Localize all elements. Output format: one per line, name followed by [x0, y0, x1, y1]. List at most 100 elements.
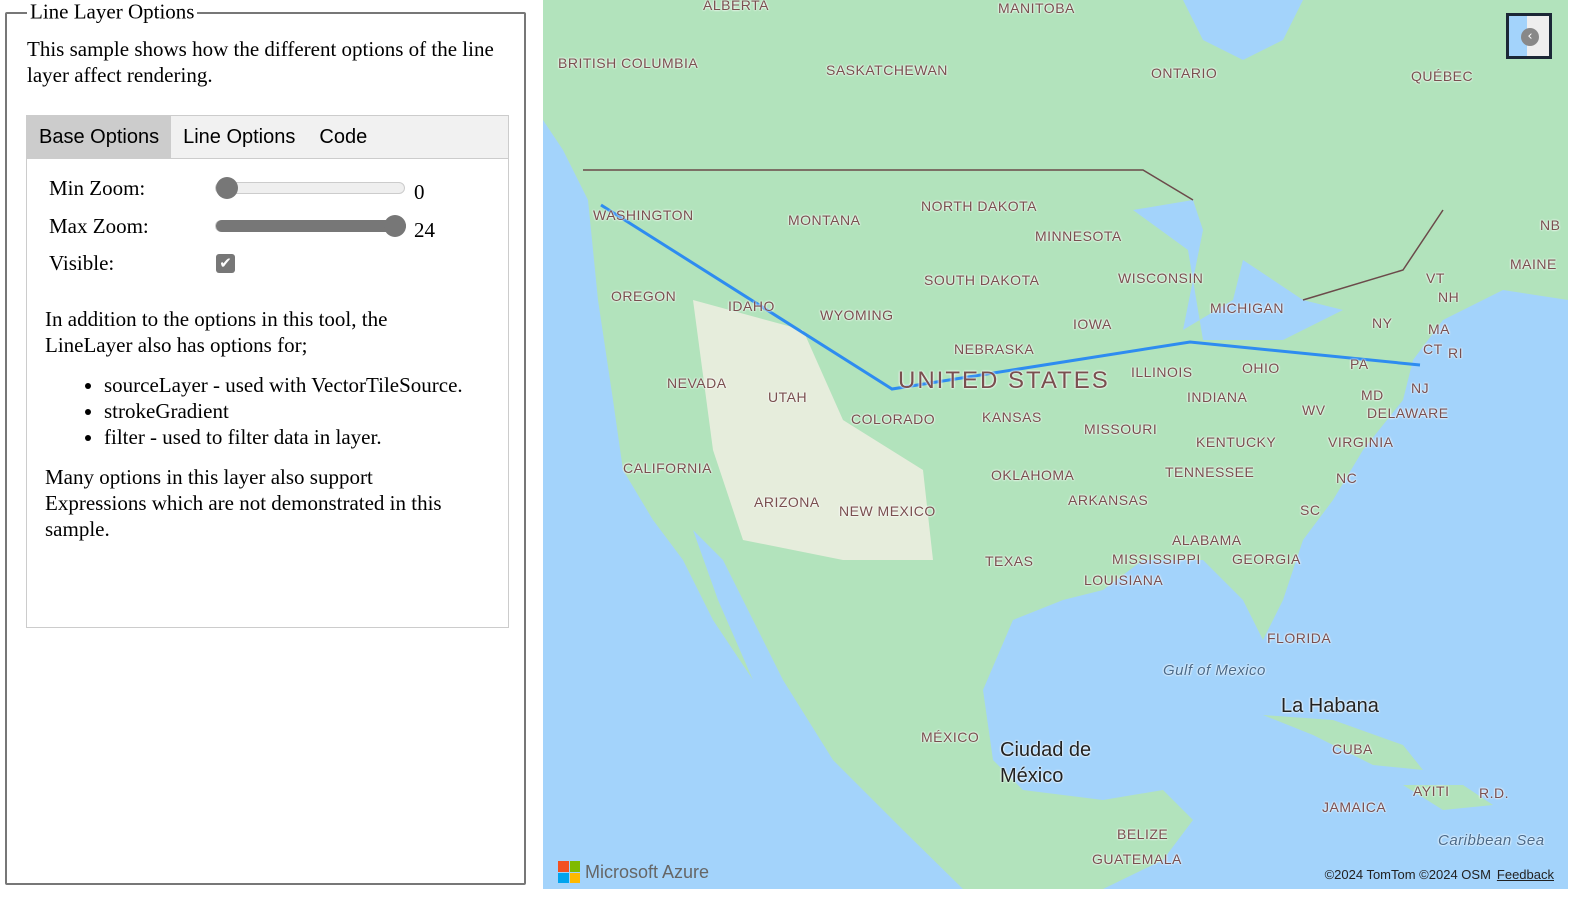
map-label: MA [1428, 321, 1450, 337]
panel-title: Line Layer Options [27, 0, 198, 25]
map-label: NH [1438, 289, 1460, 305]
min-zoom-value: 0 [414, 180, 425, 204]
city-label-la-habana: La Habana [1281, 695, 1379, 717]
map-label: ARKANSAS [1068, 492, 1149, 508]
line-layer-options-panel: Line Layer Options This sample shows how… [5, 0, 526, 885]
map-label: CALIFORNIA [623, 460, 713, 476]
tab-line-options[interactable]: Line Options [171, 116, 307, 158]
map-label: MANITOBA [998, 0, 1075, 16]
panel-description: This sample shows how the different opti… [27, 37, 494, 87]
map-label: CUBA [1332, 741, 1373, 757]
map-label: NC [1336, 470, 1358, 486]
tab-bar: Base Options Line Options Code [27, 116, 508, 159]
map-label: LOUISIANA [1084, 572, 1164, 588]
map-label: TEXAS [985, 553, 1034, 569]
slider-thumb[interactable] [216, 177, 238, 199]
map-label: VIRGINIA [1328, 434, 1394, 450]
map-label: WISCONSIN [1118, 270, 1204, 286]
map-label: BRITISH COLUMBIA [558, 55, 699, 71]
map-label: NB [1540, 217, 1561, 233]
map-label: VT [1426, 270, 1445, 286]
logo-text: Microsoft Azure [585, 861, 710, 882]
feedback-link[interactable]: Feedback [1497, 867, 1554, 882]
map-label: RI [1448, 345, 1463, 361]
map-label: ONTARIO [1151, 65, 1218, 81]
map-label: NEVADA [667, 375, 727, 391]
map-label: MISSISSIPPI [1112, 551, 1201, 567]
map-label: R.D. [1479, 785, 1509, 801]
map-label: MÉXICO [921, 729, 980, 745]
map-label: SOUTH DAKOTA [924, 272, 1040, 288]
map-label: MD [1361, 387, 1384, 403]
map-label: SC [1300, 502, 1321, 518]
map-label: INDIANA [1187, 389, 1248, 405]
map-label: AYITI [1413, 783, 1450, 799]
map-label: GUATEMALA [1092, 851, 1182, 867]
map-label: DELAWARE [1367, 405, 1449, 421]
map-label: MONTANA [788, 212, 861, 228]
map-label: ILLINOIS [1131, 364, 1193, 380]
map-label: OKLAHOMA [991, 467, 1075, 483]
map-label: NORTH DAKOTA [921, 198, 1037, 214]
max-zoom-slider[interactable] [215, 215, 406, 237]
sea-label-caribbean: Caribbean Sea [1438, 832, 1545, 849]
map-label: NJ [1411, 380, 1430, 396]
map-label: MINNESOTA [1035, 228, 1122, 244]
map-label: NY [1372, 315, 1393, 331]
slider-fill [216, 220, 406, 232]
microsoft-azure-logo: Microsoft Azure [558, 861, 709, 883]
microsoft-logo-icon [558, 861, 580, 883]
map-label: GEORGIA [1232, 551, 1301, 567]
country-label: UNITED STATES [898, 367, 1110, 394]
expressions-paragraph: Many options in this layer also support … [45, 465, 442, 541]
map-label: BELIZE [1117, 826, 1169, 842]
city-label-ciudad-de-mexico: Ciudad de México [1000, 739, 1092, 787]
map-label: OREGON [611, 288, 677, 304]
map-label: OHIO [1242, 360, 1280, 376]
attribution: ©2024 TomTom ©2024 OSM Feedback [1325, 867, 1554, 882]
map-label: IOWA [1073, 316, 1112, 332]
map-label: NEBRASKA [954, 341, 1035, 357]
map-label: KENTUCKY [1196, 434, 1277, 450]
map-label: ALBERTA [703, 0, 770, 13]
map-label: COLORADO [851, 411, 936, 427]
min-zoom-label: Min Zoom: [49, 176, 146, 200]
slider-thumb[interactable] [384, 215, 406, 237]
overview-map-toggle[interactable]: ‹ [1506, 13, 1552, 59]
map-label: KANSAS [982, 409, 1042, 425]
map-label: QUÉBEC [1411, 68, 1474, 84]
map-label: SASKATCHEWAN [826, 62, 948, 78]
map-label: MAINE [1510, 256, 1557, 272]
visible-label: Visible: [49, 251, 115, 275]
map-label: WASHINGTON [593, 207, 694, 223]
map-label: WV [1302, 402, 1326, 418]
tab-base-options[interactable]: Base Options [27, 116, 172, 158]
map-canvas[interactable]: ALBERTA MANITOBA BRITISH COLUMBIA SASKATCHE… [543, 0, 1568, 889]
min-zoom-slider[interactable] [215, 177, 405, 199]
list-item: filter - used to filter data in layer. [104, 424, 465, 450]
map-label: WYOMING [820, 307, 894, 323]
options-list: sourceLayer - used with VectorTileSource… [45, 372, 465, 450]
map-label: FLORIDA [1267, 630, 1332, 646]
panel-body: In addition to the options in this tool,… [45, 306, 465, 556]
tab-code[interactable]: Code [307, 116, 379, 158]
list-item: sourceLayer - used with VectorTileSource… [104, 372, 465, 398]
list-item: strokeGradient [104, 398, 465, 424]
copyright-text: ©2024 TomTom ©2024 OSM [1324, 867, 1491, 882]
info-paragraph: In addition to the options in this tool,… [45, 307, 388, 357]
options-tabs: Base Options Line Options Code Min Zoom:… [26, 115, 509, 628]
map-label: PA [1350, 356, 1369, 372]
chevron-left-icon: ‹ [1521, 28, 1539, 46]
sea-label-gulf: Gulf of Mexico [1163, 662, 1266, 679]
map-label: MICHIGAN [1210, 300, 1284, 316]
map-label: JAMAICA [1322, 799, 1387, 815]
map-label: TENNESSEE [1165, 464, 1255, 480]
max-zoom-label: Max Zoom: [49, 214, 149, 238]
map-label: NEW MEXICO [839, 503, 936, 519]
map-label: ARIZONA [754, 494, 820, 510]
map-label: MISSOURI [1084, 421, 1158, 437]
map-label: IDAHO [728, 298, 775, 314]
map-label: ALABAMA [1172, 532, 1242, 548]
map-label: UTAH [768, 389, 808, 405]
visible-checkbox[interactable]: ✔ [216, 254, 235, 273]
